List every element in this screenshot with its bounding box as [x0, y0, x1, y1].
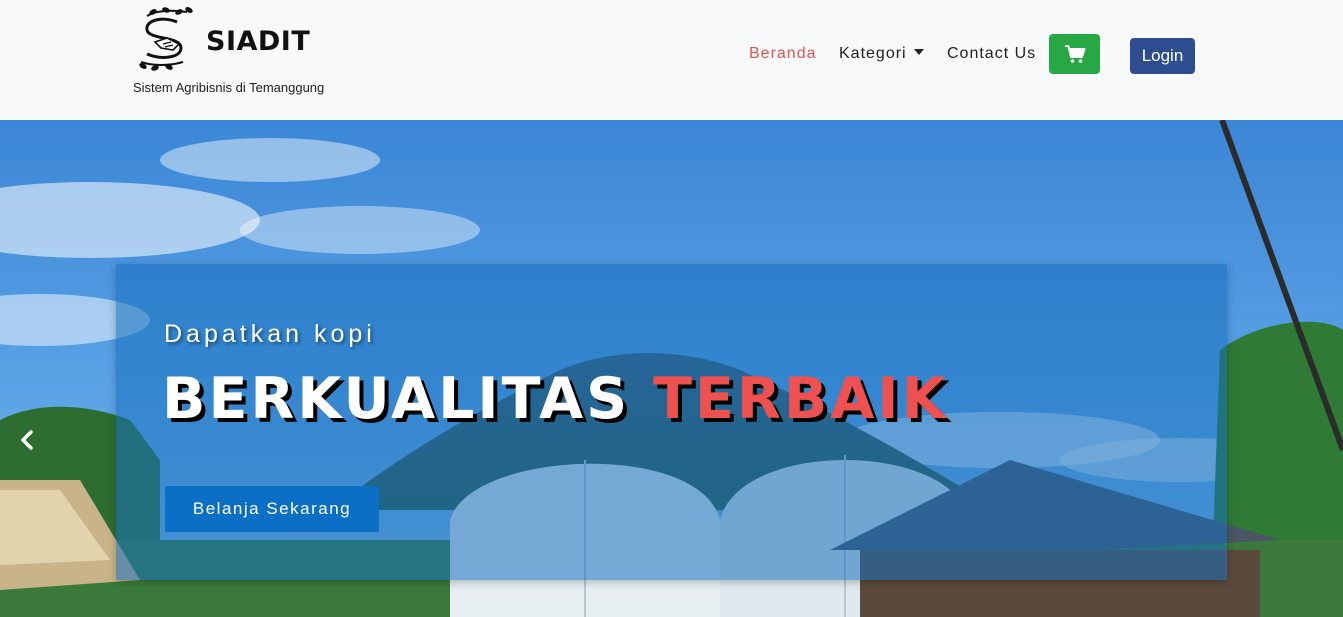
hero-title-part1: BERKUALITAS: [162, 366, 631, 432]
hero-title: BERKUALITAS TERBAIK: [162, 366, 949, 432]
hero-carousel: Dapatkan kopi BERKUALITAS TERBAIK Belanj…: [0, 120, 1343, 617]
brand-tagline: Sistem Agribisnis di Temanggung: [133, 80, 325, 95]
shopping-cart-icon: [1064, 45, 1085, 63]
carousel-prev-button[interactable]: [14, 425, 40, 455]
hero-title-part2: TERBAIK: [653, 366, 949, 432]
cart-button[interactable]: [1049, 34, 1100, 74]
caret-down-icon: [913, 49, 924, 55]
nav-link-beranda[interactable]: Beranda: [749, 45, 817, 63]
handshake-leaf-logo: [139, 7, 193, 71]
hero-caption-box: Dapatkan kopi BERKUALITAS TERBAIK Belanj…: [116, 264, 1227, 580]
brand-name: SIADIT: [206, 26, 311, 57]
hero-subtitle: Dapatkan kopi: [164, 320, 376, 348]
navbar: SIADIT Sistem Agribisnis di Temanggung B…: [0, 0, 1343, 120]
brand[interactable]: SIADIT Sistem Agribisnis di Temanggung: [133, 6, 343, 98]
chevron-left-icon: [21, 430, 33, 450]
nav-link-contact-us[interactable]: Contact Us: [947, 45, 1036, 63]
nav-link-kategori[interactable]: Kategori: [839, 45, 924, 63]
nav-link-kategori-label: Kategori: [839, 45, 907, 62]
login-button[interactable]: Login: [1130, 38, 1195, 74]
shop-now-button[interactable]: Belanja Sekarang: [165, 486, 379, 532]
